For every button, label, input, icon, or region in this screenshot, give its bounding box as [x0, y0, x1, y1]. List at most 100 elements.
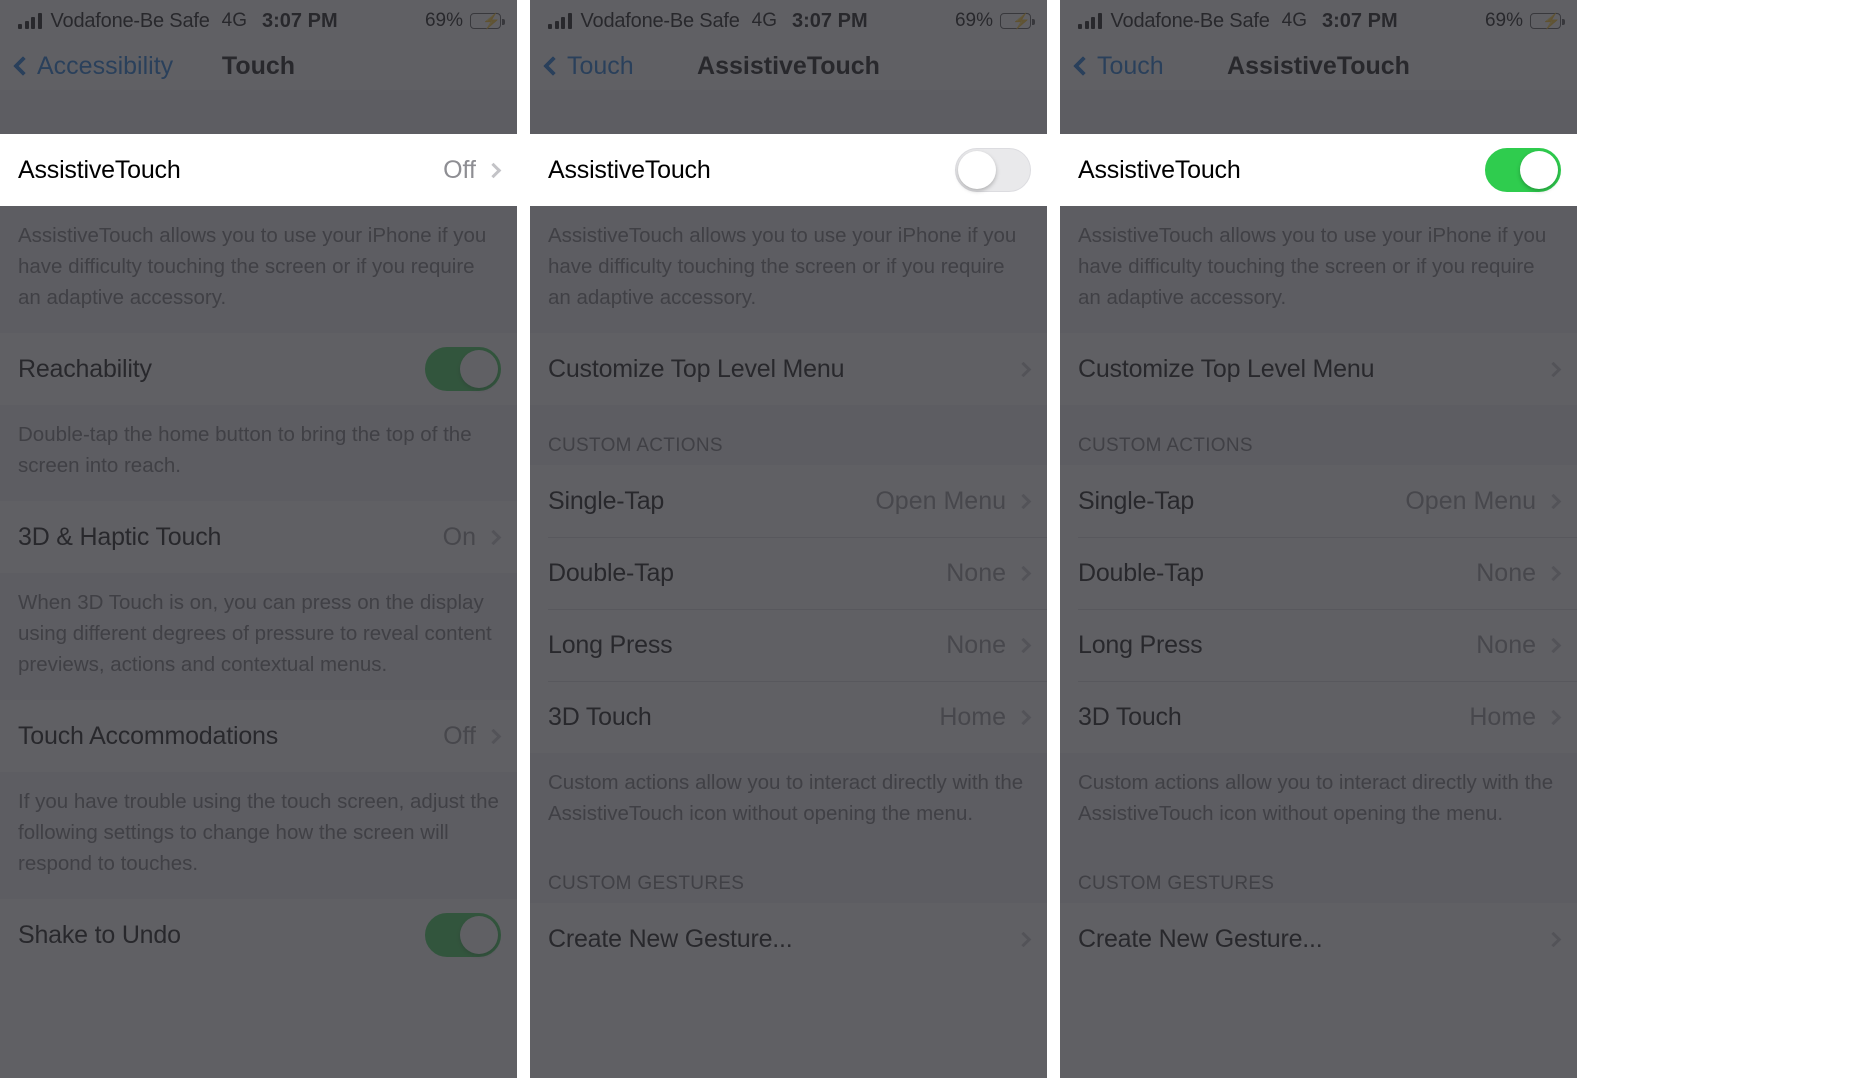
navigation-bar: Touch AssistiveTouch [530, 42, 1047, 90]
chevron-left-icon [13, 56, 33, 76]
row-label: 3D Touch [1078, 702, 1182, 731]
list-top-gap [1060, 90, 1577, 134]
chevron-right-icon [1545, 931, 1562, 947]
row-label: Double-Tap [1078, 558, 1204, 587]
chevron-right-icon [1545, 565, 1562, 581]
reachability-toggle[interactable] [425, 347, 501, 391]
section-header-custom-actions: CUSTOM ACTIONS [530, 405, 1047, 465]
row-label: Single-Tap [1078, 486, 1195, 515]
row-label: AssistiveTouch [18, 155, 181, 184]
assistivetouch-description: AssistiveTouch allows you to use your iP… [1060, 206, 1577, 333]
shake-to-undo-toggle[interactable] [425, 913, 501, 957]
assistivetouch-toggle[interactable] [955, 148, 1031, 192]
row-assistivetouch[interactable]: AssistiveTouch [1060, 134, 1577, 206]
list-top-gap [530, 90, 1047, 134]
row-label: 3D Touch [548, 702, 652, 731]
row-create-new-gesture[interactable]: Create New Gesture... [1060, 903, 1577, 975]
row-label: Shake to Undo [18, 920, 181, 949]
row-single-tap[interactable]: Single-Tap Open Menu [530, 465, 1047, 537]
back-button-label: Touch [1097, 51, 1164, 80]
carrier-label: Vodafone-Be Safe [1110, 9, 1270, 32]
row-value: On [442, 522, 476, 551]
row-label: Long Press [548, 630, 673, 659]
row-value: None [1476, 558, 1536, 587]
section-header-custom-actions: CUSTOM ACTIONS [1060, 405, 1577, 465]
cellular-bars-icon [18, 13, 42, 29]
row-value: Open Menu [1405, 486, 1536, 515]
row-long-press[interactable]: Long Press None [530, 609, 1047, 681]
chevron-right-icon [1015, 637, 1032, 653]
row-value: Home [1469, 702, 1536, 731]
panel-assistivetouch-on: Vodafone-Be Safe 4G 3:07 PM 69% ⚡ Touch … [1060, 0, 1850, 1078]
row-label: Customize Top Level Menu [548, 354, 845, 383]
back-button-label: Accessibility [37, 51, 174, 80]
3d-touch-description: When 3D Touch is on, you can press on th… [0, 573, 517, 700]
battery-charging-icon: ⚡ [1530, 13, 1565, 30]
chevron-right-icon [1015, 565, 1032, 581]
chevron-right-icon [485, 162, 502, 178]
chevron-right-icon [1545, 493, 1562, 509]
status-bar: Vodafone-Be Safe 4G 3:07 PM 69% ⚡ [1060, 0, 1577, 42]
row-touch-accommodations[interactable]: Touch Accommodations Off [0, 700, 517, 772]
network-type-label: 4G [751, 10, 778, 31]
row-customize-top-level-menu[interactable]: Customize Top Level Menu [1060, 333, 1577, 405]
row-value: None [946, 558, 1006, 587]
row-double-tap[interactable]: Double-Tap None [530, 537, 1047, 609]
battery-charging-icon: ⚡ [470, 13, 505, 30]
row-create-new-gesture[interactable]: Create New Gesture... [530, 903, 1047, 975]
row-label: Touch Accommodations [18, 721, 279, 750]
chevron-right-icon [1015, 493, 1032, 509]
row-assistivetouch[interactable]: AssistiveTouch [530, 134, 1047, 206]
back-button-touch[interactable]: Touch [1073, 51, 1164, 81]
row-label: Create New Gesture... [548, 924, 793, 953]
row-single-tap[interactable]: Single-Tap Open Menu [1060, 465, 1577, 537]
chevron-right-icon [485, 529, 502, 545]
row-reachability[interactable]: Reachability [0, 333, 517, 405]
status-bar: Vodafone-Be Safe 4G 3:07 PM 69% ⚡ [0, 0, 517, 42]
chevron-right-icon [1015, 361, 1032, 377]
back-button-touch[interactable]: Touch [543, 51, 634, 81]
row-value: None [1476, 630, 1536, 659]
row-value: Off [443, 721, 476, 750]
custom-actions-description: Custom actions allow you to interact dir… [1060, 753, 1577, 849]
chevron-right-icon [1015, 709, 1032, 725]
network-type-label: 4G [221, 10, 248, 31]
battery-percent-label: 69% [954, 10, 993, 31]
row-assistivetouch[interactable]: AssistiveTouch Off [0, 134, 517, 206]
row-3d-haptic-touch[interactable]: 3D & Haptic Touch On [0, 501, 517, 573]
assistivetouch-toggle[interactable] [1485, 148, 1561, 192]
row-value: Home [939, 702, 1006, 731]
clock-label: 3:07 PM [792, 9, 868, 32]
section-header-custom-gestures: CUSTOM GESTURES [1060, 849, 1577, 903]
row-label: Double-Tap [548, 558, 674, 587]
clock-label: 3:07 PM [1322, 9, 1398, 32]
chevron-left-icon [543, 56, 563, 76]
carrier-label: Vodafone-Be Safe [50, 9, 210, 32]
screenshot-stage: Vodafone-Be Safe 4G 3:07 PM 69% ⚡ Access… [0, 0, 1850, 1078]
row-label: Customize Top Level Menu [1078, 354, 1375, 383]
battery-percent-label: 69% [424, 10, 463, 31]
list-top-gap [0, 90, 517, 134]
row-customize-top-level-menu[interactable]: Customize Top Level Menu [530, 333, 1047, 405]
carrier-label: Vodafone-Be Safe [580, 9, 740, 32]
row-shake-to-undo[interactable]: Shake to Undo [0, 899, 517, 971]
row-label: 3D & Haptic Touch [18, 522, 222, 551]
row-value: None [946, 630, 1006, 659]
battery-charging-icon: ⚡ [1000, 13, 1035, 30]
chevron-right-icon [1545, 361, 1562, 377]
back-button-label: Touch [567, 51, 634, 80]
navigation-bar: Touch AssistiveTouch [1060, 42, 1577, 90]
row-long-press[interactable]: Long Press None [1060, 609, 1577, 681]
row-double-tap[interactable]: Double-Tap None [1060, 537, 1577, 609]
touch-accommodations-description: If you have trouble using the touch scre… [0, 772, 517, 899]
network-type-label: 4G [1281, 10, 1308, 31]
reachability-description: Double-tap the home button to bring the … [0, 405, 517, 501]
assistivetouch-description: AssistiveTouch allows you to use your iP… [0, 206, 517, 333]
status-bar: Vodafone-Be Safe 4G 3:07 PM 69% ⚡ [530, 0, 1047, 42]
row-label: AssistiveTouch [1078, 155, 1241, 184]
back-button-accessibility[interactable]: Accessibility [13, 51, 174, 81]
row-3d-touch[interactable]: 3D Touch Home [530, 681, 1047, 753]
row-label: Long Press [1078, 630, 1203, 659]
section-header-custom-gestures: CUSTOM GESTURES [530, 849, 1047, 903]
row-3d-touch[interactable]: 3D Touch Home [1060, 681, 1577, 753]
